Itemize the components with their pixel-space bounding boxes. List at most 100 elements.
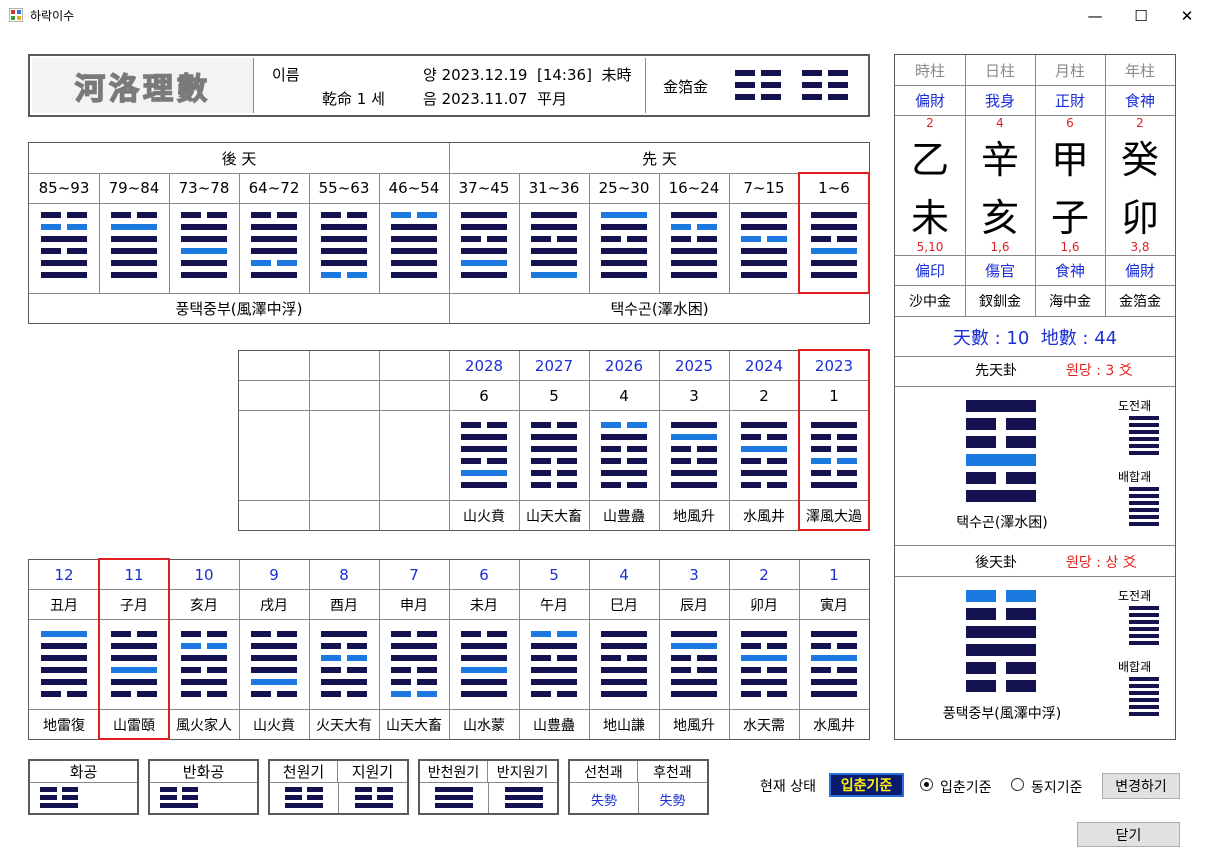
hexagram-line-segment — [828, 70, 848, 76]
banhwagong-label: 반화공 — [150, 761, 257, 783]
hexagram-line-segment — [417, 667, 437, 673]
hexagram-line-segment — [41, 224, 61, 230]
hexagram-line — [741, 679, 787, 685]
year-value: 2026 — [604, 356, 644, 375]
hexagram-line — [505, 803, 543, 808]
hexagram-line — [601, 679, 647, 685]
cheonwongi-label: 천원기 — [270, 761, 338, 783]
hexagram-line-segment — [251, 691, 271, 697]
minimize-button[interactable]: — — [1072, 0, 1118, 31]
hexagram-line — [671, 470, 717, 476]
hexagram-line-segment — [347, 643, 367, 649]
month-hexagram — [601, 631, 647, 701]
hexagram-line-segment — [321, 272, 341, 278]
change-button[interactable]: 변경하기 — [1102, 773, 1180, 799]
close-button[interactable]: 닫기 — [1077, 822, 1180, 847]
hexagram-line — [1129, 691, 1159, 695]
hexagram-line-segment — [697, 655, 717, 661]
month-hexagram — [41, 631, 87, 701]
radio-dongji[interactable] — [1011, 778, 1024, 791]
hexagram-line-segment — [741, 691, 761, 697]
hexagram-line-segment — [461, 422, 481, 428]
hexagram-line — [505, 787, 543, 792]
hexagram-line-segment — [671, 236, 691, 242]
hexagram-line — [461, 212, 507, 218]
hexagram-line-segment — [181, 691, 201, 697]
hexagram-line-segment — [767, 236, 787, 242]
hexagram-line-segment — [557, 631, 577, 637]
age-range: 25~30 — [598, 179, 650, 197]
year-gua-name: 山豊蠱 — [603, 508, 645, 525]
hexagram-line-segment — [391, 631, 411, 637]
pillar-header: 年柱 — [1124, 61, 1155, 80]
hexagram-line-segment — [207, 631, 227, 637]
hexagram-line — [41, 679, 87, 685]
row-divider — [29, 173, 869, 174]
hexagram-line-segment — [761, 94, 781, 100]
hexagram-line-segment — [111, 212, 131, 218]
month-gua-name: 地雷復 — [43, 717, 85, 734]
radio-ipchun[interactable] — [920, 778, 933, 791]
hexagram-line — [181, 260, 227, 266]
hexagram-line-segment — [767, 482, 787, 488]
post-baehap-label: 배합괘 — [1118, 660, 1152, 674]
hexagram-line-segment — [741, 482, 761, 488]
month-hexagram — [811, 631, 857, 701]
hexagram-line — [966, 626, 1036, 638]
col-divider — [729, 173, 730, 293]
hexagram-line-segment — [627, 236, 647, 242]
hexagram-line — [531, 260, 577, 266]
hexagram-line — [1129, 430, 1159, 434]
col-divider — [309, 173, 310, 293]
year-value: 2028 — [464, 356, 504, 375]
name-label: 이름 — [272, 66, 300, 84]
hexagram-line-segment — [557, 470, 577, 476]
year-number: 2 — [759, 386, 769, 405]
col-divider — [379, 351, 380, 530]
hexagram-line — [111, 224, 157, 230]
hexagram-line-segment — [1006, 680, 1036, 692]
hexagram-line-segment — [376, 795, 393, 800]
hexagram-line-segment — [802, 94, 822, 100]
hexagram-line-segment — [627, 458, 647, 464]
hexagram-line-segment — [557, 458, 577, 464]
hexagram-line — [1129, 451, 1159, 455]
hexagram-line — [741, 260, 787, 266]
hexagram-line — [741, 631, 787, 637]
period-hexagram — [321, 212, 367, 282]
hexagram-line — [41, 260, 87, 266]
hexagram-line — [1129, 698, 1159, 702]
pillar-napeum: 海中金 — [1049, 294, 1091, 310]
maximize-button[interactable]: ☐ — [1118, 0, 1164, 31]
earthly-branch: 子 — [1050, 195, 1089, 240]
hexagram-line-segment — [347, 212, 367, 218]
post-gua-name: 풍택중부(風澤中浮) — [942, 706, 1062, 722]
hexagram-line — [811, 655, 857, 661]
hexagram-line-segment — [627, 446, 647, 452]
hexagram-line-segment — [671, 655, 691, 661]
pillar-header: 時柱 — [914, 61, 945, 80]
hexagram-line-segment — [207, 667, 227, 673]
close-window-button[interactable]: ✕ — [1164, 0, 1210, 31]
hexagram-line-segment — [1006, 608, 1036, 620]
hexagram-line — [966, 454, 1036, 466]
hexagram-line-segment — [966, 680, 996, 692]
radio-ipchun-label[interactable]: 입춘기준 — [940, 777, 992, 797]
hexagram-line — [461, 679, 507, 685]
current-month-highlight — [98, 558, 170, 740]
hexagram-line — [461, 248, 507, 254]
month-gua-name: 山水蒙 — [463, 717, 505, 734]
hexagram-line — [671, 422, 717, 428]
hexagram-line — [1129, 627, 1159, 631]
hexagram-line — [531, 248, 577, 254]
hexagram-line-segment — [285, 795, 302, 800]
hexagram-line — [321, 248, 367, 254]
hexagram-line-segment — [321, 691, 341, 697]
col-divider — [659, 173, 660, 293]
pre-dojeon-hexagram — [1129, 416, 1159, 458]
app-icon — [9, 8, 23, 22]
hexagram-line — [1129, 437, 1159, 441]
hexagram-line-segment — [767, 667, 787, 673]
status-label: 현재 상태 — [760, 779, 816, 795]
hexagram-line-segment — [391, 212, 411, 218]
